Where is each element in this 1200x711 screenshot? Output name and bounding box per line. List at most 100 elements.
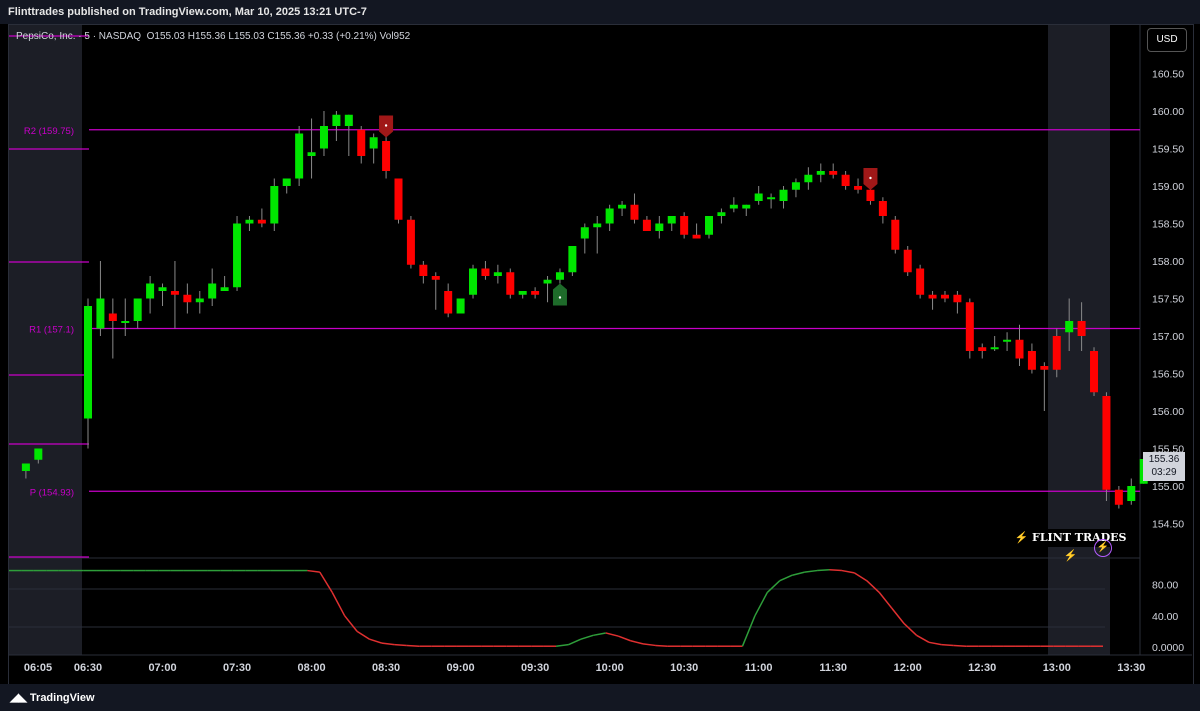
bearish-candle: [183, 294, 192, 303]
time-tick-label: 12:00: [894, 662, 922, 674]
lightning-badge-icon: ⚡: [1094, 539, 1112, 557]
symbol-legend[interactable]: PepsiCo, Inc. · 5 · NASDAQ O155.03 H155.…: [16, 31, 410, 42]
symbol-name[interactable]: PepsiCo, Inc. · 5 · NASDAQ: [16, 31, 141, 42]
price-chart[interactable]: R2 (159.75) R1 (157.1) P (154.93) 160.50 16…: [0, 0, 1200, 711]
bearish-candle: [170, 291, 179, 295]
oscillator-segment: [630, 640, 644, 645]
bullish-candle: [1127, 486, 1136, 501]
bearish-candle: [854, 186, 863, 190]
oscillator-tick-label: 40.00: [1152, 611, 1178, 623]
bullish-candle: [220, 287, 229, 291]
bearish-candle: [531, 291, 540, 295]
bolt-icon: ⚡: [1063, 549, 1078, 562]
tradingview-logo[interactable]: ◢◣ TradingView: [10, 687, 95, 709]
oscillator-segment: [617, 635, 631, 642]
bearish-candle: [108, 313, 117, 321]
bullish-candle: [282, 178, 291, 186]
oscillator-segment: [928, 641, 942, 646]
bearish-candle: [978, 347, 987, 351]
bullish-candle: [1065, 321, 1074, 333]
bullish-candle: [779, 189, 788, 201]
bearish-candle: [431, 276, 440, 280]
oscillator-segment: [903, 623, 918, 636]
time-tick-label: 13:00: [1043, 662, 1071, 674]
bearish-candle: [866, 189, 875, 201]
time-tick-label: 11:30: [819, 662, 847, 674]
bullish-candle: [332, 114, 341, 126]
bearish-candle: [965, 302, 974, 351]
bullish-candle: [667, 216, 676, 224]
bar-countdown: 03:29: [1151, 467, 1177, 478]
time-tick-label: 12:30: [968, 662, 996, 674]
bullish-candle: [990, 347, 999, 350]
oscillator-segment: [841, 569, 855, 574]
bullish-candle: [369, 137, 378, 149]
bearish-candle: [1040, 366, 1049, 370]
bullish-candle: [146, 283, 155, 299]
oscillator-segment: [754, 592, 769, 617]
time-tick-label: 09:00: [447, 662, 475, 674]
change-value: +0.33 (+0.21%): [307, 31, 377, 42]
pivot-label: R2 (159.75): [24, 126, 74, 137]
time-tick-label: 08:00: [297, 662, 325, 674]
time-tick-label: 06:30: [74, 662, 102, 674]
price-tick-label: 158.00: [1152, 256, 1184, 268]
bullish-candle: [493, 272, 502, 276]
bullish-candle: [804, 174, 813, 183]
bullish-candle: [456, 298, 465, 314]
bearish-candle: [357, 129, 366, 156]
price-tick-label: 156.50: [1152, 369, 1184, 381]
oscillator-segment: [953, 644, 967, 647]
bullish-candle: [742, 204, 751, 209]
bullish-candle: [580, 227, 589, 239]
bearish-candle: [406, 219, 415, 265]
bullish-candle: [618, 204, 627, 209]
time-tick-label: 06:05: [24, 662, 52, 674]
bullish-candle: [295, 133, 304, 179]
bearish-candle: [928, 294, 937, 299]
oscillator-segment: [356, 630, 370, 640]
bullish-candle: [655, 223, 664, 231]
time-tick-label: 08:30: [372, 662, 400, 674]
bullish-candle: [791, 182, 800, 190]
bearish-candle: [1077, 321, 1086, 336]
volume-label: Vol: [379, 31, 394, 42]
bearish-candle: [680, 216, 689, 235]
oscillator-segment: [817, 569, 830, 572]
currency-button[interactable]: USD: [1147, 28, 1187, 52]
bullish-candle: [1003, 339, 1012, 342]
bullish-candle: [307, 152, 316, 156]
last-price-tag: 155.36 03:29: [1143, 452, 1185, 481]
oscillator-segment: [331, 592, 346, 617]
last-price: 155.36: [1148, 454, 1180, 465]
bullish-candle: [816, 171, 825, 175]
oscillator-segment: [792, 571, 805, 576]
close-label: C: [267, 31, 275, 42]
bearish-candle: [444, 291, 453, 314]
bearish-candle: [878, 201, 887, 216]
oscillator-segment: [779, 574, 793, 582]
bearish-candle: [829, 171, 838, 175]
bullish-candle: [605, 208, 614, 224]
volume-value: 952: [393, 31, 411, 42]
brand-name: TradingView: [29, 692, 95, 704]
time-tick-label: 09:30: [521, 662, 549, 674]
bullish-candle: [705, 216, 713, 235]
bullish-candle: [568, 246, 577, 273]
bolt-icon: ⚡: [1014, 531, 1029, 544]
bullish-candle: [754, 193, 763, 201]
oscillator-segment: [878, 591, 893, 609]
time-tick-label: 13:30: [1117, 662, 1145, 674]
bearish-candle: [419, 264, 428, 276]
bullish-candle: [270, 186, 279, 224]
pivot-label: R1 (157.1): [29, 325, 74, 336]
sell-signal-dot: [384, 124, 388, 127]
price-tick-label: 160.50: [1152, 69, 1184, 81]
oscillator-segment: [369, 638, 383, 644]
close-value: 155.36: [274, 31, 306, 42]
bearish-candle: [506, 272, 515, 295]
bearish-candle: [394, 178, 403, 220]
oscillator-segment: [642, 643, 656, 647]
price-tick-label: 156.00: [1152, 406, 1184, 418]
bearish-candle: [1027, 351, 1036, 370]
